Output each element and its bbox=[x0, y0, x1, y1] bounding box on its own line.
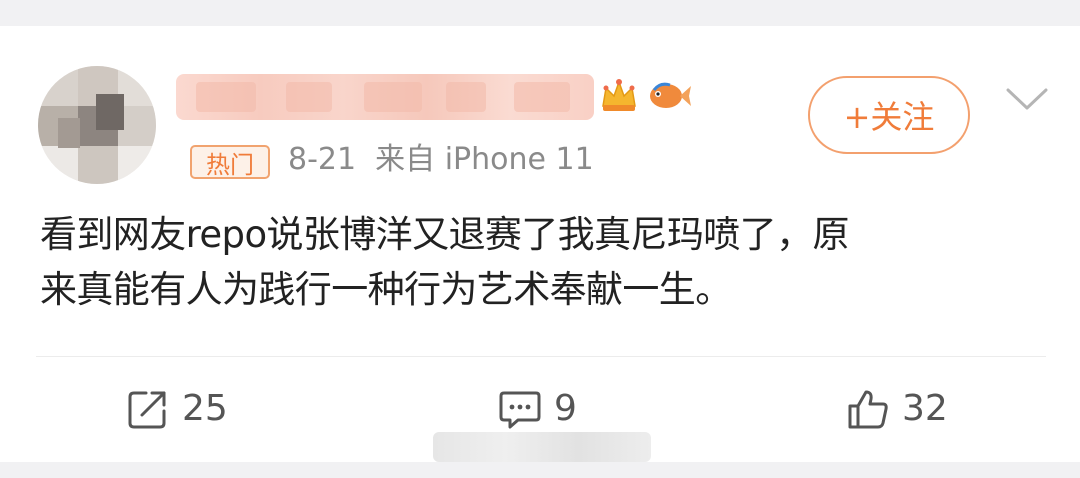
repost-count: 25 bbox=[182, 388, 228, 429]
top-separator bbox=[0, 0, 1080, 26]
avatar[interactable] bbox=[38, 66, 156, 184]
comment-count: 9 bbox=[554, 388, 577, 429]
post-meta: 8-21 来自 iPhone 11 bbox=[288, 140, 594, 180]
username-blurred[interactable] bbox=[176, 74, 594, 120]
post-date: 8-21 bbox=[288, 142, 357, 177]
post-content: 看到网友repo说张博洋又退赛了我真尼玛喷了，原 来真能有人为践行一种行为艺术奉… bbox=[40, 213, 849, 311]
divider bbox=[36, 356, 1046, 357]
chevron-down-icon[interactable] bbox=[1004, 86, 1050, 112]
like-count: 32 bbox=[902, 388, 948, 429]
watermark-blurred bbox=[433, 432, 651, 462]
comment-icon bbox=[499, 391, 541, 429]
repost-button[interactable]: 25 bbox=[126, 386, 228, 432]
post-source: 来自 iPhone 11 bbox=[375, 142, 594, 177]
bottom-separator bbox=[0, 462, 1080, 478]
hot-badge: 热门 bbox=[190, 145, 270, 179]
thumbs-up-icon bbox=[848, 390, 888, 429]
like-button[interactable]: 32 bbox=[846, 386, 948, 432]
crown-icon bbox=[602, 79, 636, 111]
share-icon bbox=[128, 391, 166, 429]
fish-icon bbox=[650, 82, 691, 108]
comment-button[interactable]: 9 bbox=[498, 386, 577, 432]
follow-button[interactable]: +关注 bbox=[808, 76, 970, 154]
